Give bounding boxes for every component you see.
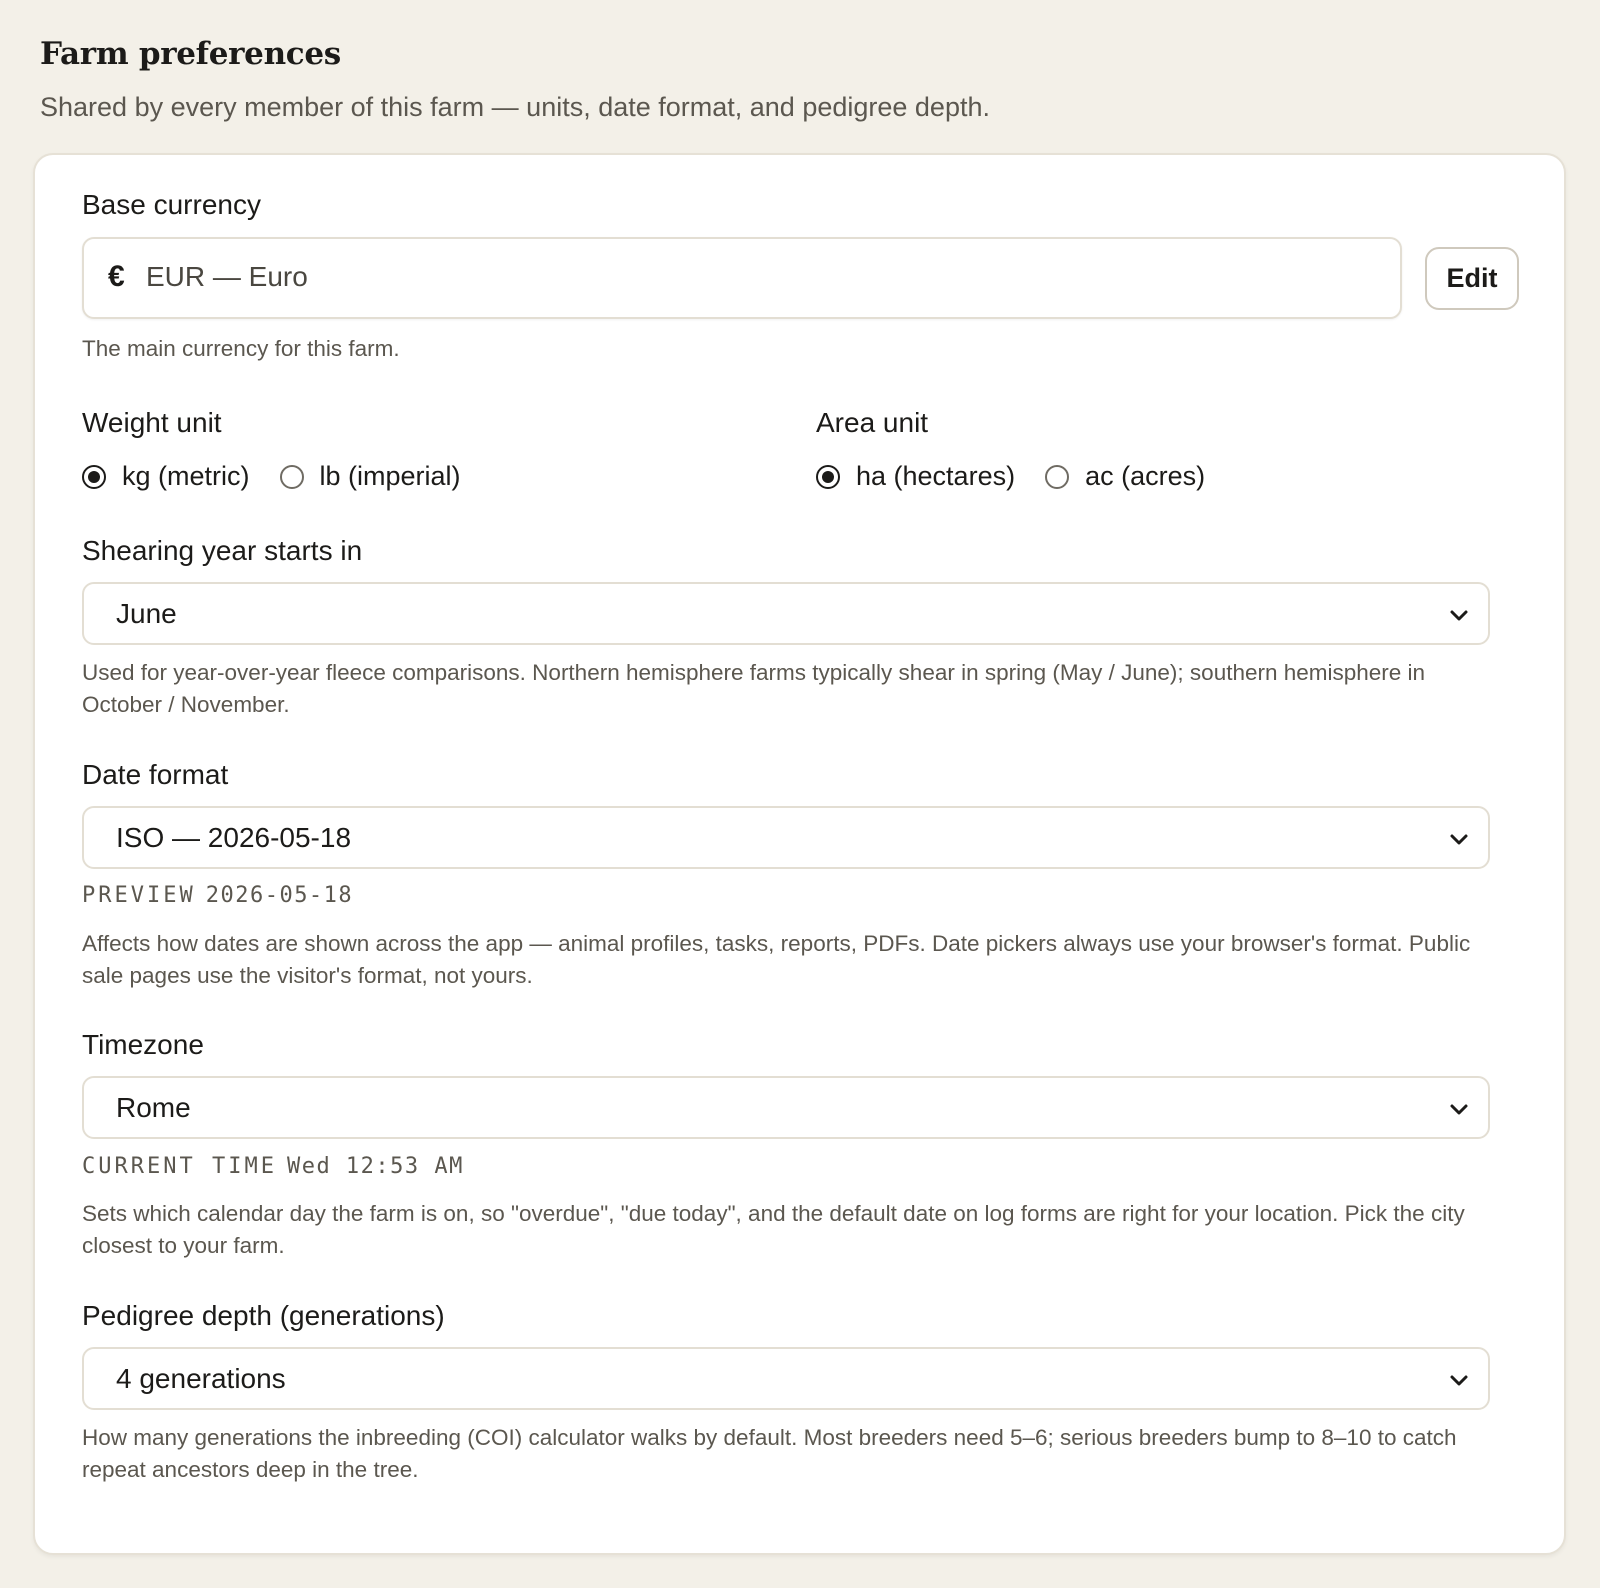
weight-option-lb[interactable]: lb (imperial)	[279, 461, 461, 492]
pedigree-depth-value: 4 generations	[116, 1363, 286, 1394]
currency-field: € EUR — Euro	[82, 237, 1402, 319]
pedigree-depth-select[interactable]: 4 generations	[82, 1347, 1490, 1410]
weight-option-lb-label: lb (imperial)	[319, 461, 461, 491]
current-time-key: CURRENT TIME	[82, 1154, 277, 1179]
radio-unchecked-icon[interactable]	[1045, 464, 1070, 489]
timezone-select[interactable]: Rome	[82, 1076, 1490, 1139]
date-format-select[interactable]: ISO — 2026-05-18	[82, 806, 1490, 869]
currency-help: The main currency for this farm.	[82, 336, 400, 361]
date-preview: PREVIEW 2026-05-18	[82, 883, 353, 908]
currency-value: EUR — Euro	[146, 261, 308, 292]
current-time: CURRENT TIME Wed 12:53 AM	[82, 1154, 464, 1179]
area-option-ac-label: ac (acres)	[1085, 461, 1206, 491]
date-format-label: Date format	[82, 759, 229, 790]
area-option-ha-label: ha (hectares)	[856, 461, 1016, 491]
euro-icon: €	[108, 260, 125, 293]
weight-unit-label: Weight unit	[82, 407, 222, 438]
timezone-label: Timezone	[82, 1029, 204, 1060]
page-subtitle: Shared by every member of this farm — un…	[40, 92, 990, 122]
date-format-help: Affects how dates are shown across the a…	[82, 931, 1471, 988]
radio-checked-icon[interactable]	[816, 464, 840, 489]
timezone-help: Sets which calendar day the farm is on, …	[82, 1201, 1465, 1258]
area-option-ac[interactable]: ac (acres)	[1045, 461, 1205, 492]
weight-option-kg-label: kg (metric)	[122, 461, 250, 491]
radio-unchecked-icon[interactable]	[279, 464, 304, 489]
current-time-value: Wed 12:53 AM	[286, 1154, 464, 1179]
pedigree-depth-help: How many generations the inbreeding (COI…	[82, 1425, 1457, 1482]
radio-checked-icon[interactable]	[82, 464, 106, 489]
weight-unit-radio-group: kg (metric) lb (imperial)	[82, 461, 491, 492]
chevron-down-icon	[1450, 1104, 1468, 1115]
shearing-year-select[interactable]: June	[82, 582, 1490, 645]
shearing-year-label: Shearing year starts in	[82, 535, 363, 566]
page-title: Farm preferences	[40, 36, 341, 72]
shearing-year-value: June	[116, 598, 177, 629]
chevron-down-icon	[1450, 1375, 1468, 1386]
chevron-down-icon	[1450, 834, 1468, 845]
date-preview-value: 2026-05-18	[205, 883, 354, 908]
weight-option-kg[interactable]: kg (metric)	[82, 461, 250, 492]
date-format-value: ISO — 2026-05-18	[116, 822, 352, 853]
preferences-card: Base currency € EUR — Euro Edit The main…	[33, 153, 1566, 1555]
area-unit-label: Area unit	[816, 407, 929, 438]
currency-label: Base currency	[82, 189, 261, 220]
shearing-year-help: Used for year-over-year fleece compariso…	[82, 660, 1426, 717]
edit-currency-button[interactable]: Edit	[1425, 247, 1519, 310]
pedigree-depth-label: Pedigree depth (generations)	[82, 1300, 445, 1331]
date-preview-key: PREVIEW	[82, 883, 196, 908]
area-unit-radio-group: ha (hectares) ac (acres)	[816, 461, 1235, 492]
chevron-down-icon	[1450, 610, 1468, 621]
timezone-value: Rome	[116, 1092, 191, 1123]
area-option-ha[interactable]: ha (hectares)	[816, 461, 1015, 492]
